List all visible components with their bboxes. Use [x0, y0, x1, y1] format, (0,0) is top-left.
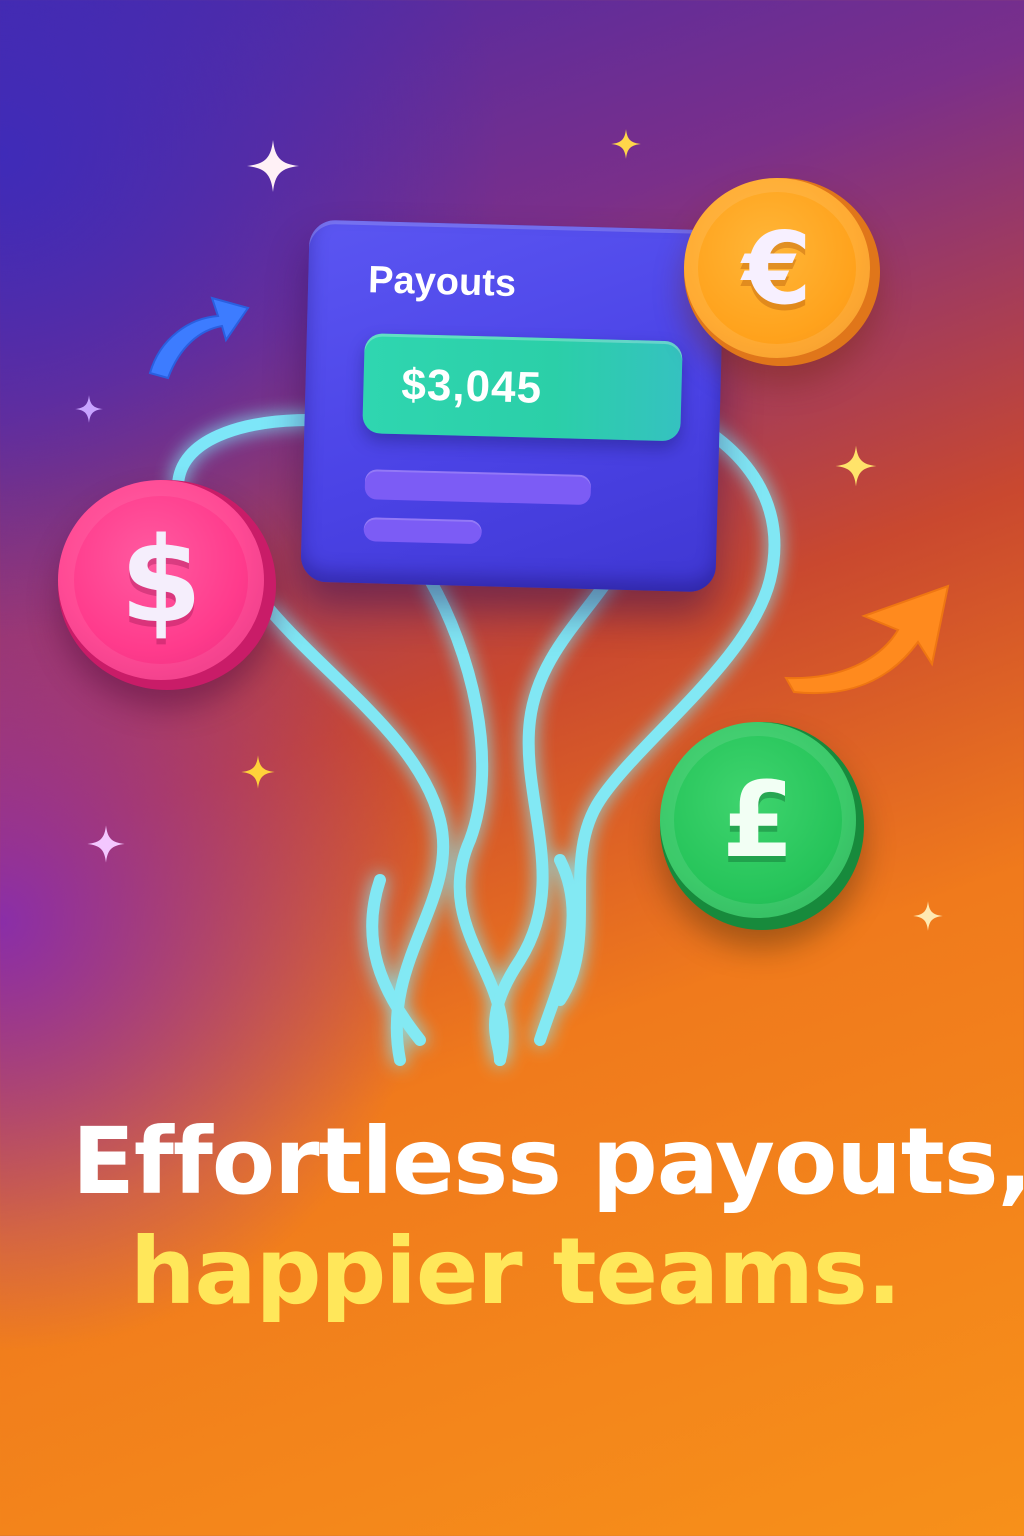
payouts-card: Payouts $3,045: [300, 219, 725, 593]
card-title: Payouts: [367, 259, 517, 306]
sparkle-icon: [75, 395, 103, 423]
payout-amount-box: $3,045: [362, 333, 683, 442]
sparkle-icon: [247, 140, 299, 192]
sparkle-icon: [913, 901, 943, 931]
headline-line-1: Effortless payouts,: [72, 1108, 1024, 1215]
dollar-coin-icon: $: [58, 480, 276, 690]
arrow-up-right-icon: [784, 584, 950, 695]
pound-coin-icon: £: [660, 722, 864, 930]
hero-illustration: Payouts $3,045 € $ £ Effortless payouts,…: [0, 0, 1024, 1536]
euro-symbol: €: [742, 209, 812, 327]
euro-coin-icon: €: [684, 178, 880, 366]
sparkle-icon: [241, 755, 275, 789]
headline-line-2: happier teams.: [130, 1218, 902, 1325]
sparkle-icon: [87, 825, 125, 863]
placeholder-line: [364, 469, 592, 506]
dollar-symbol: $: [119, 511, 203, 649]
sparkle-icon: [611, 129, 641, 159]
placeholder-line: [363, 517, 482, 545]
payout-amount: $3,045: [400, 360, 543, 413]
arrow-up-right-icon: [148, 296, 250, 380]
pound-symbol: £: [721, 759, 795, 881]
sparkle-icon: [835, 445, 877, 487]
